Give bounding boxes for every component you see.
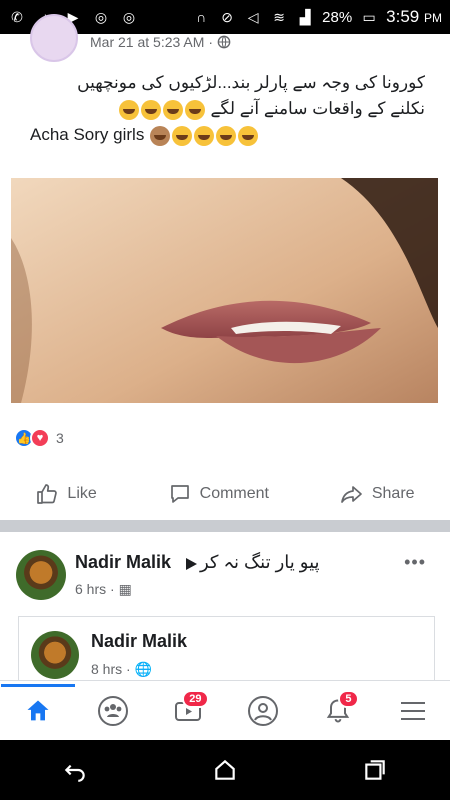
share-icon: [341, 486, 362, 503]
post-urdu-text[interactable]: پیو یار تنگ نہ کر: [200, 552, 320, 573]
avatar[interactable]: [31, 631, 79, 679]
laughing-tears-emoji: [216, 125, 237, 146]
post-text-urdu-line-1: کورونا کی وجہ سے پارلر بند...لڑکیوں کی م…: [77, 73, 425, 92]
chrome-icon: ◎: [122, 8, 136, 25]
profile-icon: [247, 695, 278, 726]
post-text-english: Acha Sory girls: [30, 122, 425, 148]
separator-dot: ·: [110, 581, 119, 597]
comment-label: Comment: [199, 485, 269, 502]
shared-post-time[interactable]: 8 hrs: [91, 661, 122, 677]
nav-menu[interactable]: [388, 686, 438, 736]
see-no-evil-monkey-emoji: [150, 125, 171, 146]
nav-groups[interactable]: [88, 686, 138, 736]
phone-icon: ✆: [11, 8, 23, 25]
thumbs-up-icon: [37, 484, 58, 504]
feed-post: Nadir Malik پیو یار تنگ نہ کر 6 hrs · ▦ …: [0, 540, 450, 690]
globe-icon: 🌐: [134, 661, 153, 677]
clock: 3:59 PM: [386, 7, 442, 26]
love-reaction-icon: ♥: [30, 428, 50, 448]
back-icon[interactable]: [62, 757, 88, 783]
feed-divider: [0, 520, 450, 532]
chrome-icon: ◎: [94, 8, 108, 25]
shared-post-meta: 8 hrs · 🌐: [91, 661, 152, 678]
signal-icon: ▟: [299, 8, 311, 25]
more-options-icon[interactable]: •••: [404, 552, 426, 573]
reaction-count: 3: [56, 430, 64, 446]
shared-post-author[interactable]: Nadir Malik: [91, 631, 187, 652]
post-time[interactable]: 6 hrs: [75, 581, 106, 597]
sleeping-face-emoji: [184, 99, 205, 120]
shared-post[interactable]: Nadir Malik 8 hrs · 🌐: [18, 616, 435, 690]
reactions-summary[interactable]: 👍 ♥ 3: [14, 428, 64, 448]
post-timestamp[interactable]: Mar 21 at 5:23 AM: [90, 34, 204, 50]
post-header: Mar 21 at 5:23 AM ·: [0, 14, 450, 64]
nav-profile[interactable]: [238, 686, 288, 736]
comment-button[interactable]: Comment: [168, 482, 269, 506]
battery-icon: ▭: [362, 8, 376, 25]
recent-apps-icon[interactable]: [362, 757, 388, 783]
post-text: کورونا کی وجہ سے پارلر بند...لڑکیوں کی م…: [30, 70, 425, 148]
notifications-badge: 5: [338, 689, 359, 708]
groups-icon: [97, 695, 128, 726]
video-badge: 29: [182, 689, 209, 708]
sleeping-face-emoji: [162, 99, 183, 120]
share-label: Share: [371, 485, 415, 502]
share-button[interactable]: Share: [340, 482, 415, 506]
separator-dot: ·: [126, 661, 135, 677]
like-button[interactable]: Like: [35, 482, 97, 506]
post-photo[interactable]: [11, 178, 438, 403]
bottom-nav: 29 5: [0, 680, 450, 740]
post-text-urdu-line-2: نکلنے کے واقعات سامنے آنے لگے: [30, 96, 425, 122]
comment-icon: [170, 485, 189, 503]
mute-icon: ◁: [247, 8, 259, 25]
nav-home[interactable]: [0, 683, 75, 736]
laughing-tears-emoji: [172, 125, 193, 146]
nav-notifications[interactable]: 5: [313, 686, 363, 736]
grimacing-face-emoji: [118, 99, 139, 120]
menu-icon: [400, 701, 425, 720]
post-author[interactable]: Nadir Malik: [75, 552, 171, 573]
home-icon: [27, 700, 48, 720]
nav-watch[interactable]: 29: [163, 686, 213, 736]
post-meta: Mar 21 at 5:23 AM ·: [90, 34, 231, 50]
wifi-icon: ≋: [273, 8, 285, 25]
post-actions: Like Comment Share: [0, 474, 450, 514]
system-nav-bar: [0, 740, 450, 800]
grimacing-face-emoji: [140, 99, 161, 120]
laughing-tears-emoji: [194, 125, 215, 146]
friends-icon: ▦: [118, 581, 132, 597]
photo-image: [11, 178, 438, 403]
avatar[interactable]: [30, 14, 78, 62]
do-not-disturb-icon: ⊘: [221, 8, 233, 25]
like-label: Like: [67, 485, 97, 502]
battery-percent: 28%: [322, 8, 353, 26]
home-button-icon[interactable]: [212, 757, 238, 783]
laughing-tears-emoji: [238, 125, 259, 146]
post-meta: 6 hrs · ▦: [75, 581, 132, 598]
headset-icon: ∩: [196, 9, 207, 25]
globe-icon: [217, 35, 231, 49]
avatar[interactable]: [16, 550, 66, 600]
play-arrow-icon: [186, 558, 197, 570]
separator-dot: ·: [208, 34, 214, 50]
